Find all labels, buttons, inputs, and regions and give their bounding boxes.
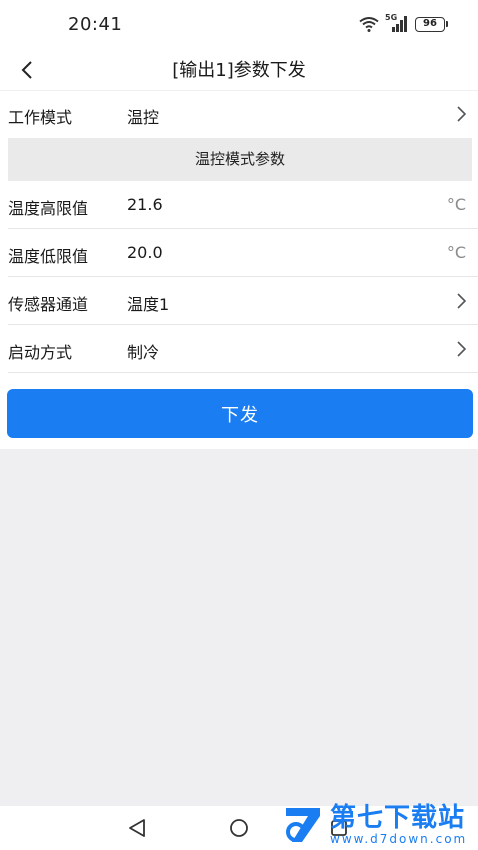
- sensor-channel-row[interactable]: 传感器通道 温度1: [0, 278, 478, 325]
- temp-low-value[interactable]: 20.0: [127, 243, 163, 262]
- watermark: 第七下载站 www.d7down.com: [280, 800, 467, 850]
- wifi-icon: [359, 16, 379, 32]
- temp-low-row[interactable]: 温度低限值 20.0 °C: [0, 230, 478, 277]
- start-mode-row[interactable]: 启动方式 制冷: [0, 326, 478, 373]
- battery-level: 96: [415, 16, 445, 32]
- submit-button[interactable]: 下发: [7, 389, 473, 438]
- start-mode-label: 启动方式: [8, 343, 73, 362]
- watermark-logo-icon: [280, 802, 326, 848]
- section-header: 温控模式参数: [8, 138, 472, 181]
- temp-high-unit: °C: [446, 195, 466, 214]
- watermark-url: www.d7down.com: [330, 832, 468, 846]
- parameter-form: 工作模式 温控 温控模式参数 温度高限值 21.6 °C 温度低限值 20.0 …: [0, 91, 478, 449]
- nav-back-icon[interactable]: [126, 818, 148, 842]
- nav-home-icon[interactable]: [228, 818, 250, 842]
- network-type: 5G: [385, 13, 398, 22]
- start-mode-value: 制冷: [127, 343, 160, 362]
- status-bar: 20:41 5G 96: [0, 0, 478, 48]
- temp-high-value[interactable]: 21.6: [127, 195, 163, 214]
- battery-icon: 96: [415, 16, 448, 32]
- nav-bar: [输出1]参数下发: [0, 48, 478, 90]
- chevron-right-icon: [454, 292, 468, 310]
- work-mode-row[interactable]: 工作模式 温控: [0, 91, 478, 138]
- temp-low-unit: °C: [446, 243, 466, 262]
- chevron-right-icon: [454, 105, 468, 123]
- watermark-title: 第七下载站: [330, 803, 466, 833]
- status-icons: 5G 96: [359, 13, 448, 34]
- temp-high-row[interactable]: 温度高限值 21.6 °C: [0, 182, 478, 229]
- sensor-channel-value: 温度1: [127, 295, 170, 314]
- work-mode-value: 温控: [127, 108, 160, 127]
- work-mode-label: 工作模式: [8, 108, 73, 127]
- sensor-channel-label: 传感器通道: [8, 295, 89, 314]
- page-title: [输出1]参数下发: [172, 60, 306, 81]
- temp-low-label: 温度低限值: [8, 247, 89, 266]
- chevron-right-icon: [454, 340, 468, 358]
- signal-icon: 5G: [385, 13, 409, 32]
- status-time: 20:41: [68, 14, 123, 35]
- temp-high-label: 温度高限值: [8, 199, 89, 218]
